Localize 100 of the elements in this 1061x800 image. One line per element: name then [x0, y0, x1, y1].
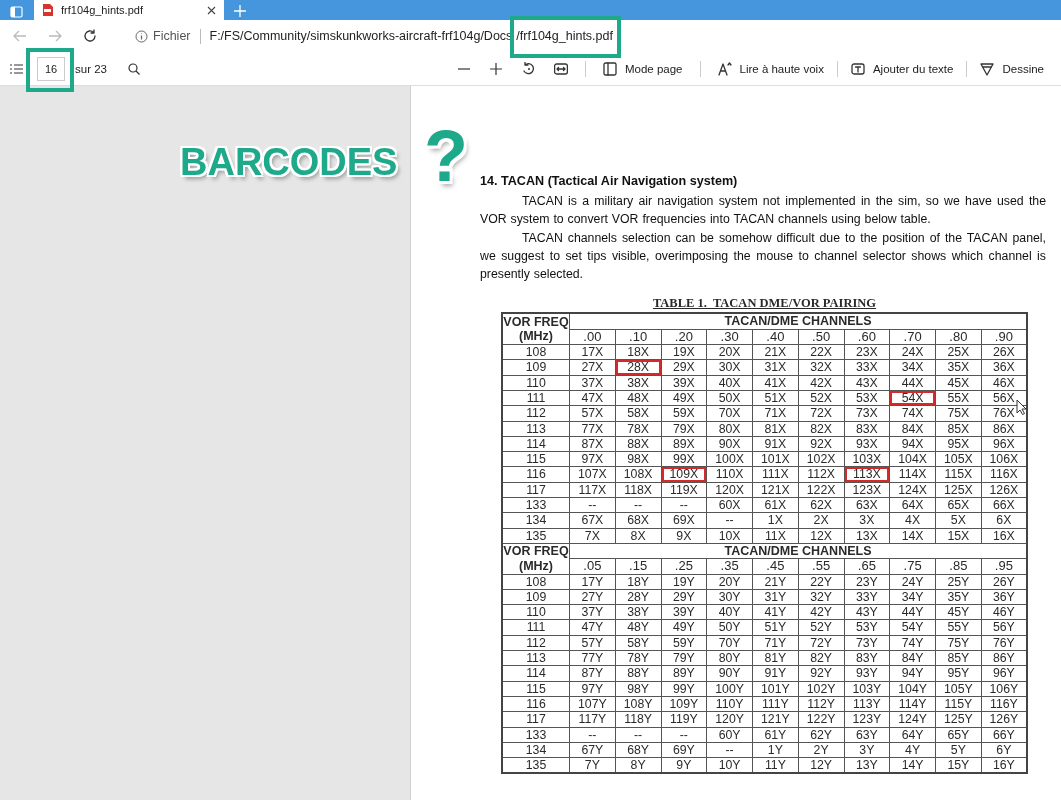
- table-cell: 67X: [569, 512, 616, 529]
- table-cell: 21Y: [752, 574, 799, 590]
- table-cell: 123Y: [844, 711, 890, 727]
- table-cell: 32Y: [798, 589, 844, 605]
- table-cell: 2X: [798, 512, 844, 529]
- column-header: .10: [615, 329, 661, 345]
- table-cell: 102Y: [798, 681, 844, 697]
- draw-icon: [980, 61, 995, 76]
- table-cell: --: [569, 727, 616, 743]
- column-header: .55: [798, 558, 844, 575]
- table-cell: 73Y: [844, 635, 890, 651]
- table-cell: 81X: [752, 421, 799, 437]
- table-cell: 122X: [798, 482, 844, 498]
- table-cell: 53X: [844, 390, 890, 406]
- column-header: .45: [752, 558, 799, 575]
- table-cell: 105X: [935, 451, 982, 467]
- read-aloud-button[interactable]: Lire à haute voix: [717, 61, 824, 76]
- table-cell: 103X: [844, 451, 890, 467]
- table-cell: 46X: [981, 375, 1027, 391]
- row-header: 134: [502, 512, 570, 529]
- table-cell: 20Y: [706, 574, 753, 590]
- table-cell: 116X: [981, 466, 1027, 483]
- table-cell: 30X: [706, 359, 753, 376]
- table-cell: 91Y: [752, 665, 799, 682]
- table-cell: --: [615, 497, 661, 513]
- refresh-icon[interactable]: [83, 29, 97, 43]
- table-cell: 100Y: [706, 681, 753, 697]
- table-cell: 110X: [706, 466, 753, 483]
- table-cell: 81Y: [752, 650, 799, 666]
- draw-button[interactable]: Dessine: [980, 61, 1045, 76]
- table-cell: 66X: [981, 497, 1027, 513]
- table-cell: 37X: [569, 375, 616, 391]
- browser-tab[interactable]: frf104g_hints.pdf: [34, 0, 224, 20]
- table-cell: 24X: [889, 344, 936, 360]
- table-cell: 68Y: [615, 742, 661, 758]
- table-cell: 64X: [889, 497, 936, 513]
- table-cell: 94Y: [889, 665, 936, 682]
- table-cell: 80Y: [706, 650, 753, 666]
- column-header: .05: [569, 558, 616, 575]
- row-header: 115: [502, 681, 570, 697]
- table-cell: 41Y: [752, 604, 799, 620]
- table-cell: 87X: [569, 436, 616, 452]
- table-cell: 82Y: [798, 650, 844, 666]
- sidebar-icon[interactable]: [10, 6, 23, 18]
- fit-width-icon[interactable]: [553, 62, 568, 75]
- table-cell: 70Y: [706, 635, 753, 651]
- table-cell: 99X: [661, 451, 707, 467]
- table-cell: 23Y: [844, 574, 890, 590]
- tab-title: frf104g_hints.pdf: [61, 4, 144, 16]
- table-cell: --: [569, 497, 616, 513]
- list-icon[interactable]: [10, 63, 23, 74]
- table-cell: 101X: [752, 451, 799, 467]
- table-cell: 119Y: [661, 711, 707, 727]
- column-header: .85: [935, 558, 982, 575]
- table-cell: 68X: [615, 512, 661, 529]
- table-cell: 62X: [798, 497, 844, 513]
- table-cell: 42Y: [798, 604, 844, 620]
- table-cell: 7X: [569, 528, 616, 544]
- table-cell: --: [706, 742, 753, 758]
- table-cell: 97Y: [569, 681, 616, 697]
- row-header: 108: [502, 344, 570, 360]
- table-cell: 86Y: [981, 650, 1027, 666]
- table-cell: 22Y: [798, 574, 844, 590]
- table-cell: 112X: [798, 466, 844, 483]
- table-cell: 72Y: [798, 635, 844, 651]
- table-cell: 56Y: [981, 619, 1027, 636]
- search-icon[interactable]: [127, 62, 140, 75]
- table-cell: 107X: [569, 466, 616, 483]
- table-cell: 99Y: [661, 681, 707, 697]
- zoom-in-icon[interactable]: [489, 62, 502, 75]
- table-cell: --: [661, 497, 707, 513]
- table-cell: 88X: [615, 436, 661, 452]
- read-aloud-icon: [717, 61, 732, 76]
- table-cell: 48X: [615, 390, 661, 406]
- table-cell: 118X: [615, 482, 661, 498]
- table-cell: 120Y: [706, 711, 753, 727]
- text-box-button[interactable]: Ajouter du texte: [850, 61, 954, 76]
- table-cell: 120X: [706, 482, 753, 498]
- table-cell: 19Y: [661, 574, 707, 590]
- table-cell: 6X: [981, 512, 1027, 529]
- column-header: .90: [981, 329, 1027, 345]
- row-header: 112: [502, 635, 570, 651]
- row-header: 111: [502, 390, 570, 406]
- table-cell: 63X: [844, 497, 890, 513]
- close-icon[interactable]: [207, 5, 216, 15]
- table-cell: 74X: [889, 405, 936, 422]
- page-mode-button[interactable]: Mode page: [602, 61, 683, 76]
- table-cell: 121X: [752, 482, 799, 498]
- table-cell: 49Y: [661, 619, 707, 636]
- page-number-field[interactable]: 16: [37, 56, 65, 81]
- table-cell: 25X: [935, 344, 982, 360]
- table-cell: 39Y: [661, 604, 707, 620]
- table-cell: 50X: [706, 390, 753, 406]
- table-cell: 28Y: [615, 589, 661, 605]
- info-icon: [135, 29, 148, 43]
- table-cell: 85X: [935, 421, 982, 437]
- column-header: VOR FREQ: [503, 544, 569, 559]
- new-tab-icon[interactable]: [234, 5, 246, 17]
- table-cell: 104Y: [889, 681, 936, 697]
- rotate-icon[interactable]: [521, 61, 536, 76]
